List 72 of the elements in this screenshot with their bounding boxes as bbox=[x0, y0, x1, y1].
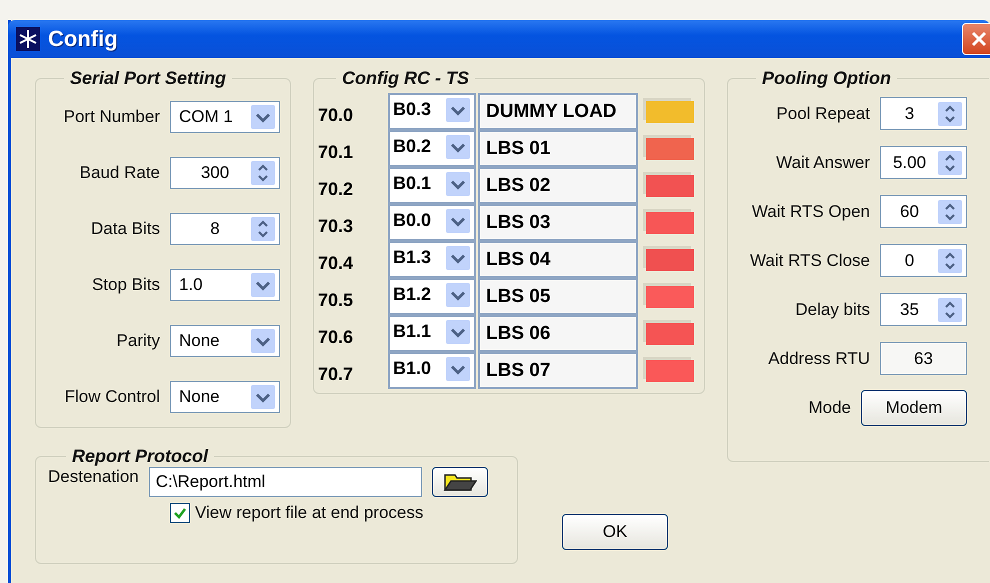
bit-dropdown[interactable]: B0.2 bbox=[388, 130, 476, 167]
bit-dropdown[interactable]: B1.0 bbox=[388, 352, 476, 389]
field-label: Wait Answer bbox=[776, 152, 870, 172]
spinner-field[interactable]: 5.00 bbox=[880, 146, 967, 179]
checkmark-icon bbox=[173, 506, 187, 520]
address-label: 70.2 bbox=[318, 178, 354, 200]
mode-button[interactable]: Modem bbox=[861, 390, 967, 426]
field-label: Wait RTS Open bbox=[752, 202, 870, 222]
spinner-arrows-icon[interactable] bbox=[938, 200, 962, 224]
name-field[interactable]: DUMMY LOAD bbox=[478, 93, 638, 130]
field-label: Flow Control bbox=[64, 387, 160, 407]
close-button[interactable] bbox=[962, 23, 990, 55]
dropdown[interactable]: None bbox=[170, 325, 280, 357]
field-label: Parity bbox=[116, 331, 160, 351]
name-field[interactable]: LBS 07 bbox=[478, 352, 638, 389]
ok-button[interactable]: OK bbox=[562, 514, 668, 550]
dropdown[interactable]: COM 1 bbox=[170, 101, 280, 133]
group-title: Serial Port Setting bbox=[69, 68, 228, 89]
spinner-field[interactable]: 60 bbox=[880, 195, 967, 228]
bit-dropdown[interactable]: B0.0 bbox=[388, 204, 476, 241]
spinner-field[interactable]: 3 bbox=[880, 97, 967, 130]
spinner-field[interactable]: 300 bbox=[170, 157, 280, 189]
spinner-arrows-icon[interactable] bbox=[251, 217, 275, 241]
spinner-field[interactable]: 35 bbox=[880, 293, 967, 326]
window-title: Config bbox=[48, 26, 118, 52]
spinner-field[interactable]: 8 bbox=[170, 213, 280, 245]
field-label: Delay bits bbox=[795, 300, 870, 320]
name-field[interactable]: LBS 02 bbox=[478, 167, 638, 204]
text-field[interactable]: 63 bbox=[880, 342, 967, 375]
field-label: Baud Rate bbox=[80, 163, 160, 183]
bit-dropdown[interactable]: B0.1 bbox=[388, 167, 476, 204]
bit-dropdown[interactable]: B1.2 bbox=[388, 278, 476, 315]
destination-field[interactable]: C:\Report.html bbox=[148, 467, 422, 497]
bit-dropdown[interactable]: B1.3 bbox=[388, 241, 476, 278]
field-label: Mode bbox=[808, 398, 851, 418]
address-label: 70.4 bbox=[318, 252, 354, 274]
dropdown[interactable]: 1.0 bbox=[170, 269, 280, 301]
star-icon bbox=[16, 27, 40, 51]
name-field[interactable]: LBS 05 bbox=[478, 278, 638, 315]
group-title: Config RC - TS bbox=[341, 68, 470, 89]
dropdown[interactable]: None bbox=[170, 381, 280, 413]
spinner-arrows-icon[interactable] bbox=[938, 248, 962, 272]
spinner-arrows-icon[interactable] bbox=[938, 298, 962, 322]
address-label: 70.6 bbox=[318, 326, 354, 348]
name-field[interactable]: LBS 01 bbox=[478, 130, 638, 167]
address-label: 70.3 bbox=[318, 215, 354, 237]
close-icon[interactable] bbox=[970, 30, 988, 48]
address-label: 70.7 bbox=[318, 363, 354, 385]
bit-dropdown[interactable]: B0.3 bbox=[388, 93, 476, 130]
spinner-field[interactable]: 0 bbox=[880, 244, 967, 277]
field-label: Data Bits bbox=[91, 219, 160, 239]
field-label: Destenation bbox=[48, 467, 139, 487]
group-title: Report Protocol bbox=[71, 446, 210, 467]
spinner-arrows-icon[interactable] bbox=[938, 150, 962, 174]
field-label: Pool Repeat bbox=[776, 104, 870, 124]
spinner-arrows-icon[interactable] bbox=[938, 102, 962, 126]
address-label: 70.5 bbox=[318, 289, 354, 311]
name-field[interactable]: LBS 03 bbox=[478, 204, 638, 241]
spinner-arrows-icon[interactable] bbox=[251, 161, 275, 185]
field-label: Port Number bbox=[64, 107, 160, 127]
group-title: Pooling Option bbox=[761, 68, 892, 89]
field-label: Address RTU bbox=[768, 348, 870, 368]
checkbox[interactable] bbox=[170, 503, 190, 523]
address-label: 70.1 bbox=[318, 141, 354, 163]
name-field[interactable]: LBS 04 bbox=[478, 241, 638, 278]
checkbox-label: View report file at end process bbox=[195, 503, 424, 523]
name-field[interactable]: LBS 06 bbox=[478, 315, 638, 352]
field-label: Stop Bits bbox=[92, 275, 160, 295]
address-label: 70.0 bbox=[318, 104, 354, 126]
field-label: Wait RTS Close bbox=[750, 250, 870, 270]
browse-button[interactable] bbox=[432, 467, 488, 497]
bit-dropdown[interactable]: B1.1 bbox=[388, 315, 476, 352]
